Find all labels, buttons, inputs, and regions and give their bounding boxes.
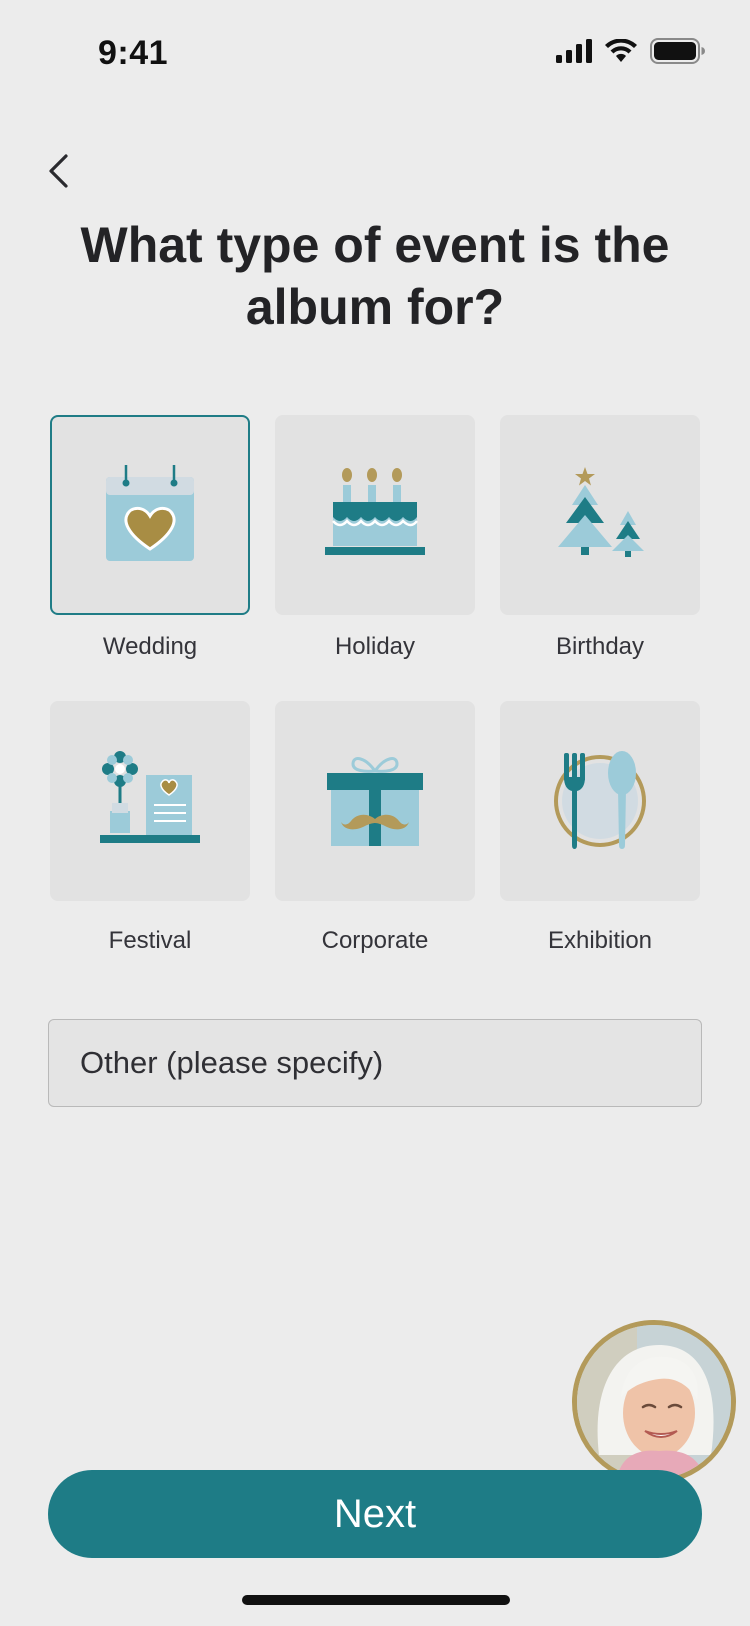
event-label-exhibition: Exhibition [547,927,653,954]
avatar-portrait [577,1325,731,1479]
event-label-holiday: Holiday [334,633,416,660]
status-icons [556,38,706,64]
event-option-wedding[interactable] [50,415,250,615]
gift-mustache-icon [327,757,423,846]
other-event-input[interactable] [48,1019,702,1107]
assistant-avatar[interactable] [572,1320,736,1484]
plate-cutlery-icon [554,751,646,849]
event-option-birthday[interactable] [500,415,700,615]
flower-card-icon [100,751,200,843]
back-button[interactable] [36,146,80,196]
next-button[interactable]: Next [48,1470,702,1558]
signal-icon [556,39,592,63]
wifi-icon [605,39,637,62]
event-label-festival: Festival [108,927,192,954]
page-title: What type of event is the album for? [80,217,670,335]
battery-icon [650,38,705,64]
birthday-cake-icon [325,468,425,555]
home-indicator [242,1595,510,1605]
christmas-trees-icon [558,467,644,557]
status-bar: 9:41 [0,0,750,100]
event-option-festival[interactable] [50,701,250,901]
status-time: 9:41 [98,34,169,72]
event-option-exhibition[interactable] [500,701,700,901]
event-option-holiday[interactable] [275,415,475,615]
calendar-heart-icon [106,465,194,561]
event-label-corporate: Corporate [321,927,429,954]
event-label-wedding: Wedding [102,633,198,660]
event-label-birthday: Birthday [555,633,645,660]
ghost-status-bar [0,92,750,122]
event-option-corporate[interactable] [275,701,475,901]
chevron-left-icon [49,154,68,188]
